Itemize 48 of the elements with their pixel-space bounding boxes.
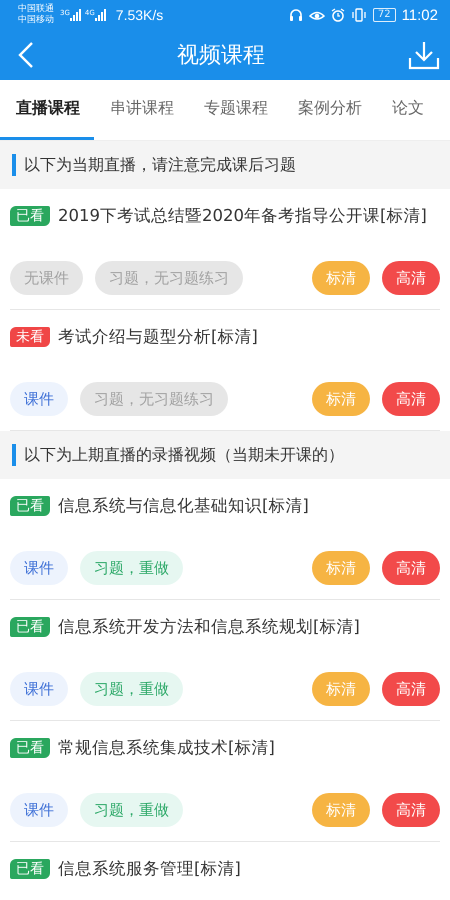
signal-icon bbox=[70, 9, 81, 21]
notice-text: 以下为当期直播，请注意完成课后习题 bbox=[12, 154, 296, 176]
watch-status-badge: 已看 bbox=[10, 738, 50, 758]
lesson-title: 信息系统开发方法和信息系统规划[标清] bbox=[58, 617, 360, 636]
sd-quality-button[interactable]: 标清 bbox=[312, 551, 370, 585]
watch-status-badge: 已看 bbox=[10, 496, 50, 516]
vibrate-icon bbox=[350, 8, 367, 22]
tab[interactable]: 专题课程 bbox=[188, 80, 282, 140]
signal-icon bbox=[94, 9, 106, 21]
lesson-title: 信息系统与信息化基础知识[标清] bbox=[58, 496, 309, 515]
hd-quality-button[interactable]: 高清 bbox=[382, 551, 440, 585]
download-icon bbox=[408, 40, 440, 70]
page-title: 视频课程 bbox=[177, 42, 265, 70]
clock-time: 11:02 bbox=[402, 6, 438, 24]
lesson-title: 信息系统服务管理[标清] bbox=[58, 859, 241, 878]
watch-status-badge: 未看 bbox=[10, 327, 50, 347]
lesson-title: 考试介绍与题型分析[标清] bbox=[58, 327, 258, 346]
sd-quality-button[interactable]: 标清 bbox=[312, 261, 370, 295]
hd-quality-button[interactable]: 高清 bbox=[382, 793, 440, 827]
courseware-button[interactable]: 课件 bbox=[10, 551, 68, 585]
watch-status-badge: 已看 bbox=[10, 617, 50, 637]
battery-indicator: 72 bbox=[372, 8, 396, 22]
exercise-button[interactable]: 习题，重做 bbox=[80, 551, 183, 585]
hd-quality-button[interactable]: 高清 bbox=[382, 382, 440, 416]
exercise-button[interactable]: 习题，重做 bbox=[80, 793, 183, 827]
courseware-button[interactable]: 课件 bbox=[10, 672, 68, 706]
exercise-button[interactable]: 习题，重做 bbox=[80, 672, 183, 706]
watch-status-badge: 已看 bbox=[10, 859, 50, 879]
lesson-title: 常规信息系统集成技术[标清] bbox=[58, 738, 275, 757]
tab[interactable]: 论文 bbox=[376, 80, 438, 140]
watch-status-badge: 已看 bbox=[10, 206, 50, 226]
notice-text: 以下为上期直播的录播视频（当期未开课的） bbox=[12, 444, 344, 466]
tab[interactable]: 案例分析 bbox=[282, 80, 376, 140]
courseware-button[interactable]: 课件 bbox=[10, 382, 68, 416]
carrier-name: 中国移动 bbox=[18, 15, 54, 26]
back-icon bbox=[18, 41, 34, 69]
hd-quality-button[interactable]: 高清 bbox=[382, 672, 440, 706]
tab[interactable]: 串讲课程 bbox=[94, 80, 188, 140]
hd-quality-button[interactable]: 高清 bbox=[382, 261, 440, 295]
headphones-icon bbox=[288, 8, 303, 22]
courseware-button[interactable]: 课件 bbox=[10, 793, 68, 827]
sd-quality-button[interactable]: 标清 bbox=[312, 382, 370, 416]
sd-quality-button[interactable]: 标清 bbox=[312, 672, 370, 706]
network-speed: 7.53K/s bbox=[116, 7, 164, 23]
alarm-clock-icon bbox=[330, 8, 345, 22]
lesson-title: 2019下考试总结暨2020年备考指导公开课[标清] bbox=[58, 206, 427, 225]
carrier-name: 中国联通 bbox=[18, 4, 54, 14]
sd-quality-button[interactable]: 标清 bbox=[312, 793, 370, 827]
